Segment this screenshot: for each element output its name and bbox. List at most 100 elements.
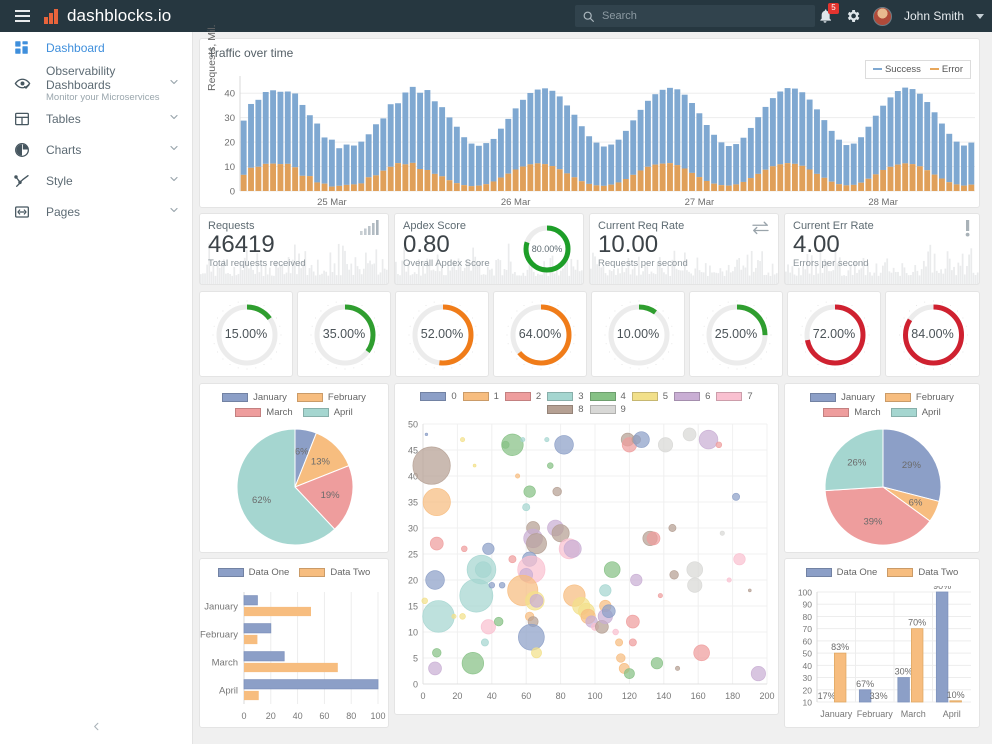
bubble-point[interactable] <box>422 487 451 517</box>
bubble-point[interactable] <box>628 638 637 647</box>
sidebar-item-dashboard[interactable]: Dashboard <box>0 32 192 63</box>
bar[interactable] <box>244 662 338 673</box>
bubble-point[interactable] <box>501 433 524 456</box>
bubble-point[interactable] <box>544 437 550 443</box>
legend-item[interactable]: Data One <box>805 567 877 578</box>
bubble-point[interactable] <box>599 584 612 597</box>
bubble-point[interactable] <box>460 437 466 443</box>
kpi-card-current-err-rate[interactable]: Current Err Rate 4.00 Errors per second <box>784 213 980 285</box>
bubble-point[interactable] <box>531 647 542 659</box>
gear-icon[interactable] <box>845 8 861 24</box>
bubble-point[interactable] <box>603 561 621 578</box>
sidebar-item-style[interactable]: Style <box>0 165 192 196</box>
bubble-point[interactable] <box>646 531 661 546</box>
bubble-point[interactable] <box>526 533 547 555</box>
bubble-point[interactable] <box>472 463 477 468</box>
bubble-point[interactable] <box>615 638 624 647</box>
bubble-point[interactable] <box>474 561 492 578</box>
bubble-point[interactable] <box>432 648 442 658</box>
search-input[interactable] <box>602 10 792 22</box>
bubble-point[interactable] <box>630 573 643 587</box>
bubble-point[interactable] <box>508 555 517 564</box>
bubble-point[interactable] <box>515 473 521 479</box>
bubble-point[interactable] <box>675 665 681 671</box>
bubble-point[interactable] <box>616 653 626 663</box>
bubble-point[interactable] <box>633 431 650 448</box>
sidebar-item-tables[interactable]: Tables <box>0 103 192 134</box>
kpi-card-current-req-rate[interactable]: Current Req Rate 10.00 Requests per seco… <box>589 213 779 285</box>
gauge-card-0[interactable]: 15.00% <box>199 291 293 377</box>
bar[interactable] <box>911 628 924 703</box>
sidebar-collapse-button[interactable] <box>0 714 193 738</box>
bubble-point[interactable] <box>529 593 544 608</box>
legend-item[interactable]: February <box>884 392 954 403</box>
bubble-point[interactable] <box>698 429 719 450</box>
bubble-point[interactable] <box>459 613 466 620</box>
legend-item[interactable]: 6 <box>674 391 710 402</box>
bubble-point[interactable] <box>726 577 732 583</box>
bubble-point[interactable] <box>626 614 640 629</box>
legend-item[interactable]: March <box>235 407 293 418</box>
notifications-button[interactable]: 5 <box>817 3 839 24</box>
bubble-point[interactable] <box>480 619 496 635</box>
bubble-point[interactable] <box>687 577 703 593</box>
bubble-point[interactable] <box>750 666 766 682</box>
bubble-point[interactable] <box>668 524 677 532</box>
bar[interactable] <box>243 623 272 634</box>
bubble-point[interactable] <box>488 581 496 589</box>
legend-item[interactable]: 4 <box>589 391 626 402</box>
bubble-point[interactable] <box>657 593 663 599</box>
chevron-down-icon[interactable] <box>168 173 180 188</box>
legend-item[interactable]: April <box>890 407 941 418</box>
bubble-point[interactable] <box>732 492 740 501</box>
legend-item[interactable]: January <box>222 392 287 403</box>
bubble-point[interactable] <box>554 435 574 455</box>
bubble-point[interactable] <box>523 485 536 498</box>
sidebar-item-charts[interactable]: Charts <box>0 134 192 165</box>
bubble-point[interactable] <box>601 604 616 619</box>
bubble-point[interactable] <box>424 432 429 437</box>
bubble-point[interactable] <box>425 570 445 590</box>
hamburger-icon[interactable] <box>6 0 38 32</box>
kpi-card-apdex-score[interactable]: Apdex Score 0.80 Overall Apdex Score 80.… <box>394 213 584 285</box>
bar[interactable] <box>834 652 847 703</box>
gauge-card-1[interactable]: 35.00% <box>297 291 391 377</box>
chevron-down-icon[interactable] <box>168 111 180 126</box>
bubble-point[interactable] <box>719 530 725 536</box>
bar[interactable] <box>244 690 259 701</box>
gauge-card-2[interactable]: 52.00% <box>395 291 489 377</box>
legend-item[interactable]: 0 <box>420 391 457 402</box>
bar[interactable] <box>244 634 258 645</box>
bubble-point[interactable] <box>715 441 723 449</box>
bubble-point[interactable] <box>693 644 710 662</box>
bubble-point[interactable] <box>494 616 504 627</box>
bubble-point[interactable] <box>412 446 451 485</box>
bar[interactable] <box>243 595 258 606</box>
bubble-point[interactable] <box>650 657 664 670</box>
legend-item[interactable]: February <box>296 392 366 403</box>
legend-item[interactable]: January <box>810 392 875 403</box>
legend-item[interactable]: 2 <box>504 391 541 402</box>
bubble-point[interactable] <box>686 561 704 578</box>
bubble-point[interactable] <box>429 536 444 551</box>
gauge-card-5[interactable]: 25.00% <box>689 291 783 377</box>
chevron-down-icon[interactable] <box>168 204 180 219</box>
bubble-point[interactable] <box>480 638 489 647</box>
sidebar-item-pages[interactable]: Pages <box>0 196 192 227</box>
bar[interactable] <box>244 606 311 617</box>
bubble-point[interactable] <box>748 588 752 593</box>
legend-item[interactable]: 1 <box>462 391 499 402</box>
legend-item[interactable]: April <box>302 407 353 418</box>
kpi-card-requests[interactable]: Requests 46419 Total requests received <box>199 213 389 285</box>
bar[interactable] <box>243 651 285 662</box>
legend-item[interactable]: 8 <box>547 404 584 415</box>
bubble-point[interactable] <box>657 437 674 453</box>
gauge-card-6[interactable]: 72.00% <box>787 291 881 377</box>
bubble-point[interactable] <box>522 503 531 512</box>
bubble-point[interactable] <box>459 578 494 613</box>
bubble-point[interactable] <box>552 486 562 497</box>
gauge-card-7[interactable]: 84.00% <box>885 291 980 377</box>
bubble-point[interactable] <box>451 613 457 619</box>
chevron-down-icon[interactable] <box>976 13 984 19</box>
bar[interactable] <box>897 677 910 703</box>
